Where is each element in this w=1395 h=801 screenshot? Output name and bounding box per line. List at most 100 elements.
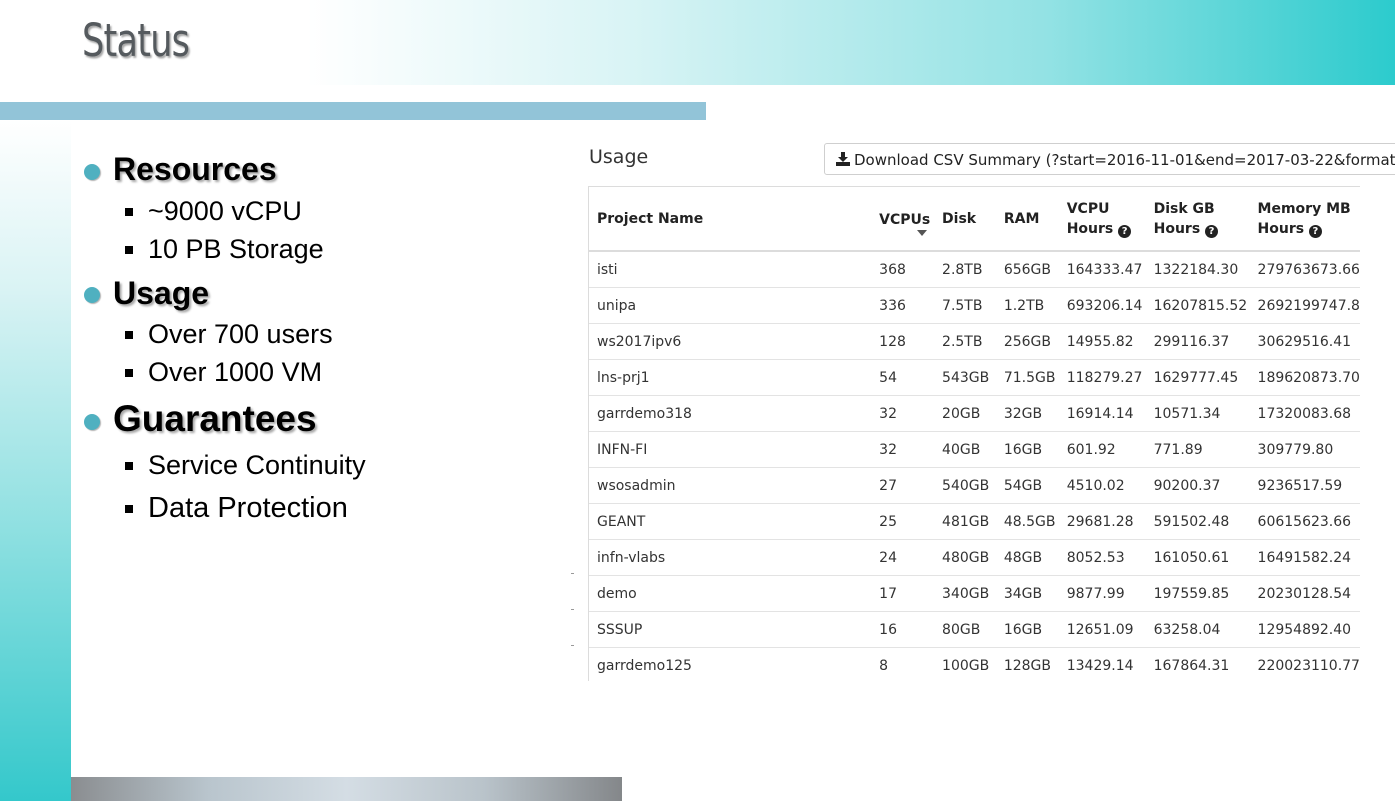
cell-disk: 80GB [934, 611, 996, 648]
cell-disk-gb-hours: 161050.61 [1145, 539, 1250, 576]
cell-memory-mb-hours: 309779.80 [1249, 431, 1360, 468]
cell-ram: 48GB [995, 539, 1059, 576]
slide-title: Status [82, 14, 190, 67]
cell-disk-gb-hours: 299116.37 [1145, 323, 1250, 360]
table-row: lns-prj1 54 543GB 71.5GB 118279.27 16297… [589, 359, 1360, 396]
cell-disk: 340GB [934, 575, 996, 612]
cell-vcpu-hours: 4510.02 [1058, 467, 1146, 504]
cell-vcpus: 24 [871, 539, 935, 576]
cell-vcpu-hours: 12651.09 [1058, 611, 1146, 648]
bullet-label: Usage [113, 275, 210, 311]
cell-disk-gb-hours: 90200.37 [1145, 467, 1250, 504]
cell-vcpu-hours: 9877.99 [1058, 575, 1146, 612]
cell-disk: 7.5TB [934, 287, 996, 324]
cell-disk-gb-hours: 10571.34 [1145, 395, 1250, 432]
cell-ram: 1.2TB [995, 287, 1059, 324]
cell-disk: 480GB [934, 539, 996, 576]
cell-memory-mb-hours: 279763673.66 [1249, 251, 1360, 288]
cell-memory-mb-hours: 220023110.77 [1249, 647, 1360, 681]
cell-memory-mb-hours: 16491582.24 [1249, 539, 1360, 576]
cell-project-name: unipa [589, 287, 872, 324]
square-bullet-icon [125, 462, 133, 470]
download-csv-button[interactable]: Download CSV Summary (?start=2016-11-01&… [824, 143, 1395, 175]
title-band [0, 0, 1395, 85]
table-header-row: Project Name VCPUs Disk RAM VCPU Hours ?… [589, 187, 1360, 252]
question-circle-icon[interactable]: ? [1308, 224, 1322, 238]
cell-disk-gb-hours: 167864.31 [1145, 647, 1250, 681]
cell-project-name: SSSUP [589, 611, 872, 648]
usage-table: Project Name VCPUs Disk RAM VCPU Hours ?… [589, 187, 1360, 681]
cell-disk-gb-hours: 16207815.52 [1145, 287, 1250, 324]
download-csv-label: Download CSV Summary (?start=2016-11-01&… [854, 151, 1395, 169]
column-header-vcpu-hours[interactable]: VCPU Hours ? [1058, 187, 1146, 252]
table-row: unipa 336 7.5TB 1.2TB 693206.14 16207815… [589, 287, 1360, 324]
square-bullet-icon [125, 331, 133, 339]
table-row: isti 368 2.8TB 656GB 164333.47 1322184.3… [589, 251, 1360, 288]
cell-disk: 100GB [934, 647, 996, 681]
column-header-project-name[interactable]: Project Name [589, 187, 872, 252]
download-icon [836, 152, 850, 166]
cell-project-name: infn-vlabs [589, 539, 872, 576]
cell-disk: 540GB [934, 467, 996, 504]
cell-disk-gb-hours: 1322184.30 [1145, 251, 1250, 288]
cell-vcpu-hours: 13429.14 [1058, 647, 1146, 681]
cell-vcpu-hours: 601.92 [1058, 431, 1146, 468]
cell-vcpus: 25 [871, 503, 935, 540]
cell-vcpu-hours: 16914.14 [1058, 395, 1146, 432]
square-bullet-icon [125, 208, 133, 216]
column-header-ram[interactable]: RAM [995, 187, 1059, 252]
left-gradient-band [0, 120, 71, 801]
bullet-dot-icon [84, 414, 100, 430]
cell-vcpus: 54 [871, 359, 935, 396]
cell-memory-mb-hours: 60615623.66 [1249, 503, 1360, 540]
column-header-disk-gb-hours[interactable]: Disk GB Hours ? [1145, 187, 1250, 252]
bullet-label: Resources [113, 151, 277, 187]
square-bullet-icon [125, 246, 133, 254]
table-row: demo 17 340GB 34GB 9877.99 197559.85 202… [589, 575, 1360, 612]
column-header-vcpus[interactable]: VCPUs [871, 187, 935, 252]
cell-ram: 71.5GB [995, 359, 1059, 396]
cell-project-name: ws2017ipv6 [589, 323, 872, 360]
table-row: garrdemo125 8 100GB 128GB 13429.14 16786… [589, 647, 1360, 681]
cell-project-name: GEANT [589, 503, 872, 540]
cell-disk: 2.8TB [934, 251, 996, 288]
cell-ram: 128GB [995, 647, 1059, 681]
square-bullet-icon [125, 369, 133, 377]
cell-disk: 481GB [934, 503, 996, 540]
table-row: INFN-FI 32 40GB 16GB 601.92 771.89 30977… [589, 431, 1360, 468]
cell-ram: 256GB [995, 323, 1059, 360]
cell-project-name: INFN-FI [589, 431, 872, 468]
column-header-disk[interactable]: Disk [934, 187, 996, 252]
cell-memory-mb-hours: 30629516.41 [1249, 323, 1360, 360]
title-underline-bar [0, 102, 706, 120]
cell-memory-mb-hours: 189620873.70 [1249, 359, 1360, 396]
cell-ram: 656GB [995, 251, 1059, 288]
table-row: ws2017ipv6 128 2.5TB 256GB 14955.82 2991… [589, 323, 1360, 360]
table-row: SSSUP 16 80GB 16GB 12651.09 63258.04 129… [589, 611, 1360, 648]
column-header-memory-mb-hours[interactable]: Memory MB Hours ? [1249, 187, 1360, 252]
usage-screenshot-panel: Usage Download CSV Summary (?start=2016-… [571, 132, 1395, 681]
cell-project-name: garrdemo318 [589, 395, 872, 432]
subbullet-label: Service Continuity [148, 450, 366, 480]
table-row: garrdemo318 32 20GB 32GB 16914.14 10571.… [589, 395, 1360, 432]
cell-vcpus: 27 [871, 467, 935, 504]
question-circle-icon[interactable]: ? [1118, 224, 1132, 238]
cell-memory-mb-hours: 20230128.54 [1249, 575, 1360, 612]
cell-ram: 16GB [995, 611, 1059, 648]
table-row: GEANT 25 481GB 48.5GB 29681.28 591502.48… [589, 503, 1360, 540]
cell-vcpus: 16 [871, 611, 935, 648]
footer-bar [71, 777, 622, 801]
bullet-dot-icon [84, 287, 100, 303]
table-row: infn-vlabs 24 480GB 48GB 8052.53 161050.… [589, 539, 1360, 576]
cell-vcpus: 32 [871, 395, 935, 432]
subbullet-label: ~9000 vCPU [148, 196, 302, 226]
cell-vcpus: 17 [871, 575, 935, 612]
divider-tick [571, 609, 574, 610]
bullet-dot-icon [84, 164, 100, 180]
subbullet-label: Data Protection [148, 492, 348, 524]
question-circle-icon[interactable]: ? [1205, 224, 1219, 238]
square-bullet-icon [125, 505, 133, 513]
cell-project-name: lns-prj1 [589, 359, 872, 396]
cell-project-name: garrdemo125 [589, 647, 872, 681]
cell-ram: 32GB [995, 395, 1059, 432]
